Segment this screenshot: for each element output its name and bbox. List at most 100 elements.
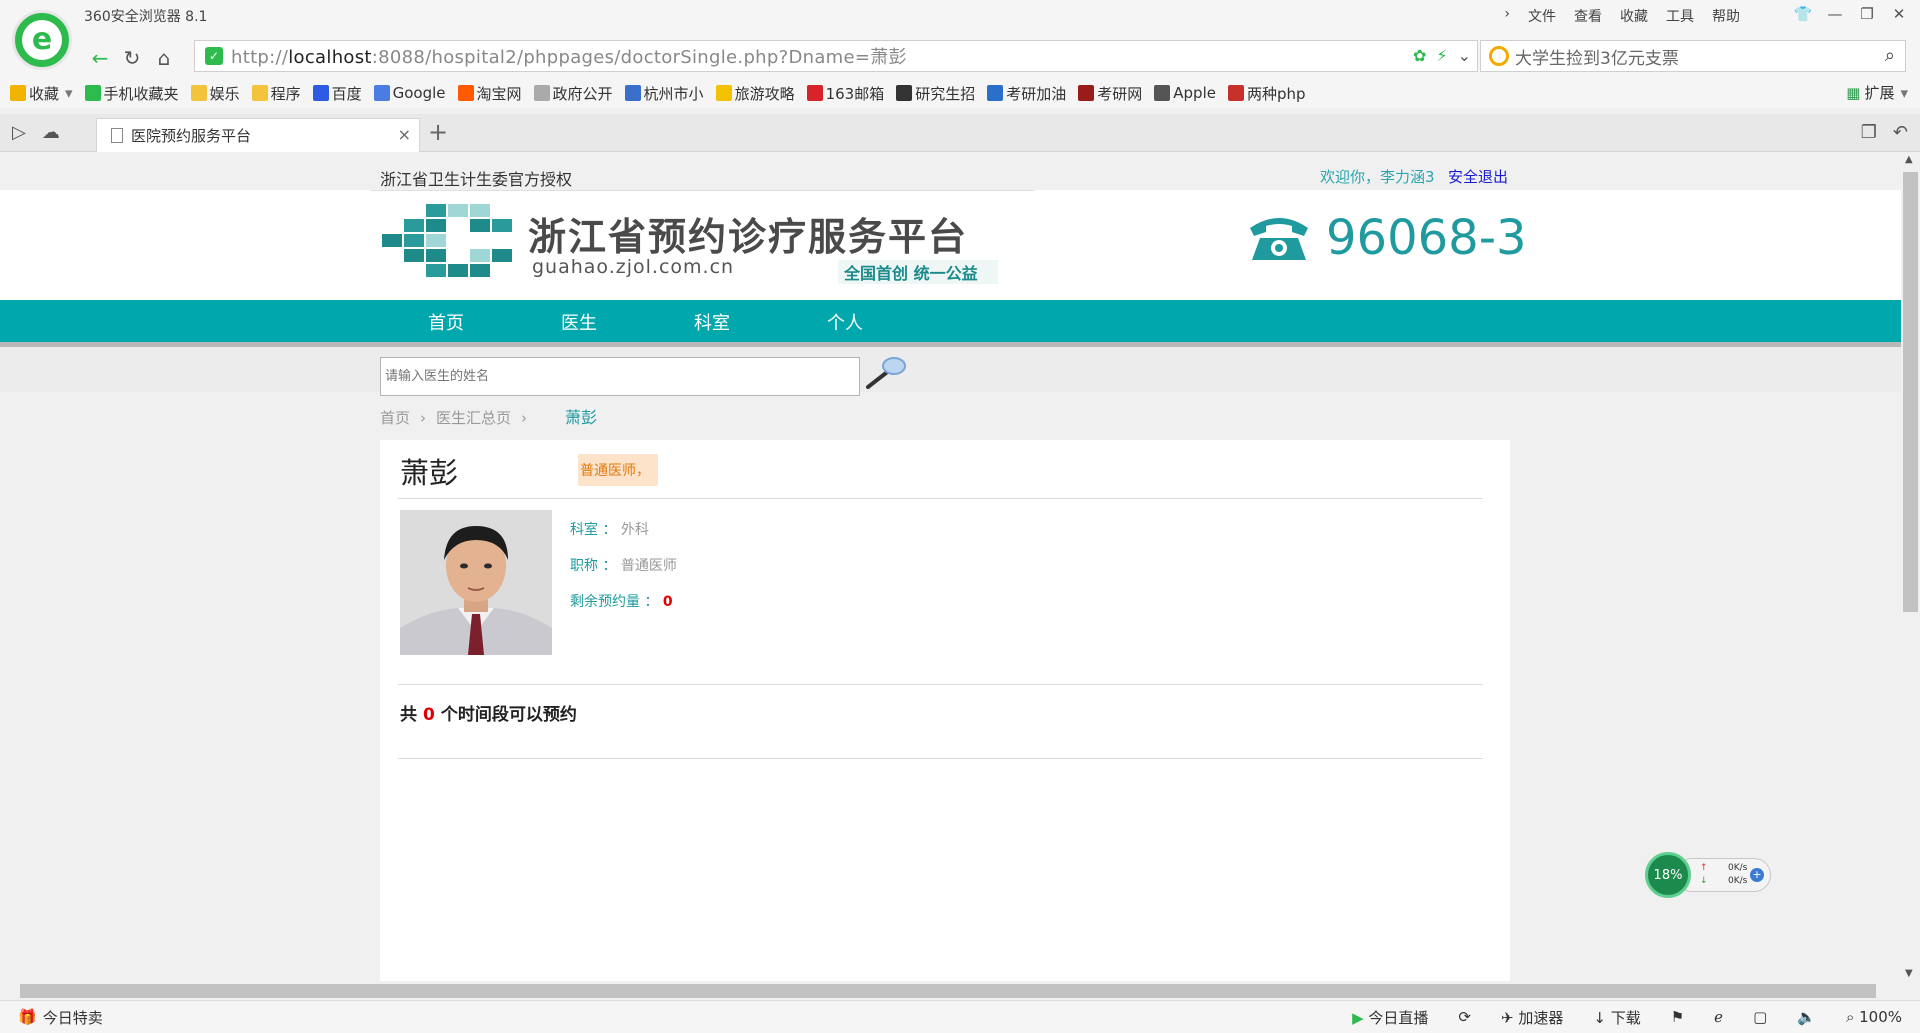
status-accelerator[interactable]: ✈ 加速器 (1501, 1007, 1563, 1028)
browser-search-input[interactable] (1515, 46, 1875, 66)
ie-icon[interactable]: ℯ (1714, 1008, 1723, 1026)
volume-icon[interactable]: 🔈 (1797, 1008, 1816, 1026)
zoom-control[interactable]: ⌕ 100% (1846, 1008, 1902, 1026)
minimize-button[interactable]: — (1822, 2, 1848, 26)
bookmark-label: 旅游攻略 (734, 84, 795, 103)
home-icon[interactable]: ⌂ (150, 44, 178, 72)
upload-arrow-icon: ↑ (1700, 863, 1708, 873)
address-tools: ✿ ⚡ ⌄ (1413, 46, 1471, 65)
status-live[interactable]: ▶ 今日直播 (1352, 1007, 1428, 1028)
bookmark-item[interactable]: 程序 (251, 83, 301, 104)
refresh-circle-icon[interactable]: ⟳ (1458, 1008, 1471, 1026)
info-remaining: 剩余预约量 ： 0 (570, 594, 673, 610)
bookmark-item[interactable]: 娱乐 (190, 83, 240, 104)
nav-departments[interactable]: 科室 (694, 309, 730, 335)
search-icon[interactable]: ⌕ (1885, 45, 1895, 66)
bookmark-item[interactable]: 旅游攻略 (715, 83, 795, 104)
address-bar[interactable]: ✓ http://localhost:8088/hospital2/phppag… (194, 40, 1478, 72)
vertical-scrollbar[interactable]: ▲ ▼ (1901, 152, 1920, 981)
address-url[interactable]: http://localhost:8088/hospital2/phppages… (231, 43, 907, 69)
magnifier-icon[interactable] (866, 355, 906, 389)
page-icon (533, 85, 550, 101)
tab-list-icon[interactable]: ❐ (1861, 122, 1877, 143)
scroll-down-icon[interactable]: ▼ (1905, 968, 1913, 979)
menu-view[interactable]: 查看 (1574, 4, 1602, 28)
mail-icon (715, 85, 732, 101)
chevron-down-icon[interactable]: ⌄ (1458, 46, 1471, 65)
breadcrumb-doctors[interactable]: 医生汇总页 (436, 407, 511, 428)
browser-navbar: ← ↻ ⌂ ✓ http://localhost:8088/hospital2/… (0, 38, 1920, 78)
bookmark-item[interactable]: 淘宝网 (457, 83, 522, 104)
logo-mosaic-icon (382, 204, 512, 286)
undo-close-icon[interactable]: ↶ (1893, 122, 1908, 143)
bookmark-item[interactable]: 研究生招 (896, 83, 975, 104)
menu-file[interactable]: 文件 (1528, 4, 1556, 28)
bookmark-item[interactable]: 收藏 ▾ (10, 83, 73, 104)
hotline-number: 96068-3 (1326, 210, 1527, 266)
divider (370, 190, 1035, 191)
breadcrumb-home[interactable]: 首页 (380, 407, 410, 428)
speed-widget[interactable]: 18% ↑ 0K/s ↓ 0K/s + (1645, 852, 1773, 898)
bookmark-item[interactable]: 政府公开 (533, 83, 613, 104)
horizontal-scrollbar[interactable] (0, 981, 1901, 1000)
sidebar-toggle-icon[interactable]: ▷ (12, 122, 26, 143)
bookmark-item[interactable]: 两种php (1227, 83, 1306, 104)
tab-bar: ▷ ☁ 医院预约服务平台 × + ❐ ↶ (0, 114, 1920, 152)
tab-hospital[interactable]: 医院预约服务平台 × (96, 118, 420, 152)
menu-nav-arrow-icon[interactable]: › (1504, 4, 1510, 28)
top-strip: 浙江省卫生计生委官方授权 欢迎你，李力涵3 安全退出 (0, 152, 1901, 190)
status-left: 🎁 今日特卖 (18, 1007, 103, 1028)
nav-personal[interactable]: 个人 (827, 309, 863, 335)
menu-tools[interactable]: 工具 (1666, 4, 1694, 28)
welcome-user[interactable]: 欢迎你，李力涵3 (1320, 166, 1435, 187)
back-icon[interactable]: ← (86, 44, 114, 72)
secure-shield-icon: ✓ (205, 47, 223, 65)
lightning-icon[interactable]: ⚡ (1436, 46, 1447, 65)
bookmark-item[interactable]: Google (373, 84, 446, 102)
app-title: 360安全浏览器 8.1 (84, 9, 208, 25)
status-download[interactable]: ↓ 下载 (1593, 1007, 1640, 1028)
bookmark-item[interactable]: 手机收藏夹 (84, 83, 179, 104)
maximize-button[interactable]: ❐ (1854, 2, 1880, 26)
bookmark-label: 百度 (331, 84, 362, 103)
extensions-icon: ▦ (1846, 83, 1861, 102)
plus-icon[interactable]: + (1750, 868, 1764, 882)
scroll-up-icon[interactable]: ▲ (1905, 154, 1913, 165)
refresh-icon[interactable]: ↻ (118, 44, 146, 72)
bookmark-item[interactable]: 163邮箱 (806, 83, 884, 104)
gift-icon: 🎁 (18, 1008, 37, 1026)
bookmark-item[interactable]: Apple (1154, 84, 1216, 102)
close-window-button[interactable]: ✕ (1886, 2, 1912, 26)
chevron-down-icon[interactable]: ▾ (65, 84, 73, 102)
close-tab-icon[interactable]: × (398, 125, 411, 144)
engine-icon[interactable]: ✿ (1413, 46, 1426, 65)
skin-icon[interactable]: 👕 (1790, 2, 1816, 26)
bookmark-label: 政府公开 (552, 84, 613, 103)
cloud-icon[interactable]: ☁ (42, 122, 60, 143)
vertical-scroll-thumb[interactable] (1903, 172, 1918, 612)
bookmark-item[interactable]: 考研网 (1078, 83, 1142, 104)
nav-doctors[interactable]: 医生 (561, 309, 597, 335)
nav-home[interactable]: 首页 (428, 309, 464, 335)
download-speed: 0K/s (1728, 876, 1748, 886)
flag-icon[interactable]: ⚑ (1671, 1008, 1684, 1026)
page-viewport: 浙江省卫生计生委官方授权 欢迎你，李力涵3 安全退出 浙江省预约诊疗服务平台 g… (0, 152, 1901, 981)
site-logo[interactable]: 浙江省预约诊疗服务平台 guahao.zjol.com.cn 全国首创 统一公益 (382, 204, 1022, 288)
page-icon (111, 128, 123, 143)
menu-help[interactable]: 帮助 (1712, 4, 1740, 28)
bookmark-item[interactable]: 杭州市小 (624, 83, 704, 104)
brand-domain: guahao.zjol.com.cn (532, 256, 735, 278)
window-icon[interactable]: ▢ (1753, 1008, 1767, 1026)
logout-link[interactable]: 安全退出 (1448, 166, 1508, 187)
extensions-button[interactable]: ▦ 扩展 ▾ (1846, 82, 1908, 103)
menu-favorites[interactable]: 收藏 (1620, 4, 1648, 28)
new-tab-button[interactable]: + (428, 118, 448, 146)
bookmark-item[interactable]: 百度 (312, 83, 362, 104)
horizontal-scroll-thumb[interactable] (20, 984, 1876, 998)
k-icon (987, 85, 1004, 101)
chevron-right-icon: › (521, 408, 528, 427)
speed-percent: 18% (1645, 852, 1691, 898)
bookmark-item[interactable]: 考研加油 (987, 83, 1066, 104)
doctor-search-input[interactable] (380, 357, 860, 396)
status-daily-deals[interactable]: 今日特卖 (43, 1007, 103, 1028)
